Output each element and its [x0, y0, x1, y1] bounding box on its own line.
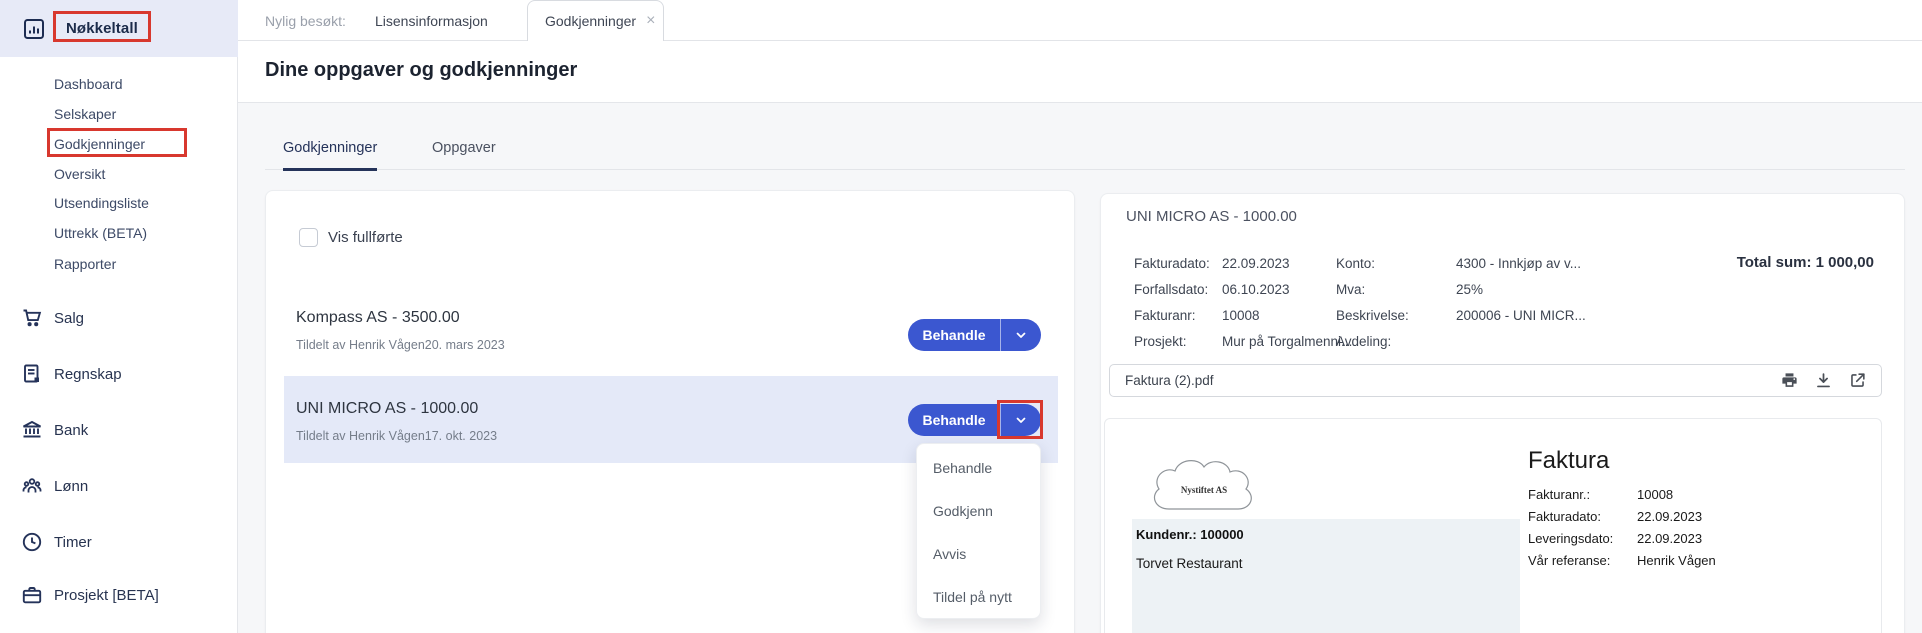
main-tabs: Godkjenninger Oppgaver: [265, 123, 1905, 170]
field-label: Fakturadato:: [1134, 256, 1210, 271]
attachment-filename: Faktura (2).pdf: [1125, 373, 1780, 388]
print-icon[interactable]: [1780, 371, 1799, 390]
field-label: Prosjekt:: [1134, 334, 1187, 349]
field-value: 10008: [1222, 308, 1260, 323]
sidebar-item-label: Prosjekt [BETA]: [54, 587, 159, 604]
recently-visited-label: Nylig besøkt:: [265, 13, 346, 29]
sidebar-item-regnskap[interactable]: Regnskap: [0, 360, 238, 388]
field-label: Forfallsdato:: [1134, 282, 1208, 297]
attachment-bar: Faktura (2).pdf: [1109, 364, 1882, 397]
approval-item-assigned: Tildelt av Henrik Vågen17. okt. 2023: [296, 429, 497, 443]
field-label: Avdeling:: [1336, 334, 1391, 349]
sidebar-item-dashboard[interactable]: Dashboard: [54, 76, 123, 92]
sidebar-item-label: Salg: [54, 310, 84, 327]
field-value: Mur på Torgalmenni...: [1222, 334, 1352, 349]
sidebar-item-utsendingsliste[interactable]: Utsendingsliste: [54, 195, 149, 211]
detail-panel: UNI MICRO AS - 1000.00 Fakturadato: 22.0…: [1100, 193, 1905, 633]
action-dropdown-menu: Behandle Godkjenn Avvis Tildel på nytt: [916, 443, 1041, 619]
ledger-icon: [20, 362, 44, 386]
field-value: 22.09.2023: [1222, 256, 1290, 271]
tab-oppgaver[interactable]: Oppgaver: [432, 122, 496, 169]
sidebar-item-timer[interactable]: Timer: [0, 528, 238, 556]
tab-godkjenninger-main[interactable]: Godkjenninger: [283, 124, 377, 171]
invoice-field-value: 22.09.2023: [1637, 509, 1702, 524]
invoice-field-value: 22.09.2023: [1637, 531, 1702, 546]
sidebar-item-uttrekk[interactable]: Uttrekk (BETA): [54, 225, 147, 241]
approval-item-assigned: Tildelt av Henrik Vågen20. mars 2023: [296, 338, 505, 352]
app-title: Nøkkeltall: [66, 20, 138, 37]
sidebar-item-prosjekt[interactable]: Prosjekt [BETA]: [0, 581, 238, 609]
behandle-button[interactable]: Behandle: [908, 327, 1000, 343]
content-area: Godkjenninger Oppgaver Vis fullførte Kom…: [238, 103, 1922, 633]
sidebar-item-bank[interactable]: Bank: [0, 416, 238, 444]
sidebar-item-label: Timer: [54, 534, 92, 551]
open-in-new-icon[interactable]: [1848, 371, 1867, 390]
sidebar-header[interactable]: Nøkkeltall: [0, 0, 238, 57]
topbar: Nylig besøkt: Lisensinformasjon Godkjenn…: [238, 0, 1922, 41]
invoice-field-label: Leveringsdato:: [1528, 531, 1613, 546]
field-label: Fakturanr:: [1134, 308, 1196, 323]
clock-icon: [20, 530, 44, 554]
invoice-title: Faktura: [1528, 447, 1609, 475]
sidebar: Nøkkeltall Dashboard Selskaper Godkjenni…: [0, 0, 238, 633]
page-header: Dine oppgaver og godkjenninger: [238, 41, 1922, 103]
chevron-down-icon[interactable]: [1001, 413, 1041, 427]
invoice-field-label: Vår referanse:: [1528, 553, 1610, 568]
field-value: 06.10.2023: [1222, 282, 1290, 297]
show-completed-label: Vis fullførte: [328, 229, 403, 246]
field-value: 200006 - UNI MICR...: [1456, 308, 1586, 323]
chevron-down-icon[interactable]: [1001, 328, 1041, 342]
menu-item-avvis[interactable]: Avvis: [917, 532, 1040, 575]
tab-label: Godkjenninger: [545, 13, 636, 29]
behandle-button[interactable]: Behandle: [908, 412, 1000, 428]
download-icon[interactable]: [1814, 371, 1833, 390]
bar-chart-icon: [22, 17, 46, 41]
field-value: 4300 - Innkjøp av v...: [1456, 256, 1581, 271]
invoice-field-value: Henrik Vågen: [1637, 553, 1716, 568]
tab-lisensinformasjon[interactable]: Lisensinformasjon: [375, 13, 488, 29]
close-icon[interactable]: ×: [646, 13, 655, 29]
behandle-split-button[interactable]: Behandle: [908, 404, 1041, 436]
page-title: Dine oppgaver og godkjenninger: [265, 59, 577, 82]
sidebar-item-oversikt[interactable]: Oversikt: [54, 166, 105, 182]
menu-item-godkjenn[interactable]: Godkjenn: [917, 489, 1040, 532]
invoice-field-label: Fakturadato:: [1528, 509, 1601, 524]
logo-text: Nystiftet AS: [1181, 485, 1227, 495]
menu-item-tildel-pa-nytt[interactable]: Tildel på nytt: [917, 575, 1040, 618]
sidebar-item-lonn[interactable]: Lønn: [0, 472, 238, 500]
field-label: Konto:: [1336, 256, 1375, 271]
customer-number: Kundenr.: 100000: [1136, 527, 1244, 542]
invoice-field-value: 10008: [1637, 487, 1673, 502]
briefcase-icon: [20, 583, 44, 607]
field-label: Mva:: [1336, 282, 1365, 297]
field-value: 25%: [1456, 282, 1483, 297]
field-label: Beskrivelse:: [1336, 308, 1409, 323]
approval-item-title[interactable]: Kompass AS - 3500.00: [296, 309, 460, 327]
sidebar-item-label: Regnskap: [54, 366, 122, 383]
cart-icon: [20, 306, 44, 330]
sidebar-item-selskaper[interactable]: Selskaper: [54, 106, 116, 122]
approval-item-title[interactable]: UNI MICRO AS - 1000.00: [296, 400, 478, 418]
sidebar-item-label: Bank: [54, 422, 88, 439]
behandle-split-button[interactable]: Behandle: [908, 319, 1041, 351]
show-completed-checkbox[interactable]: [299, 228, 318, 247]
customer-name: Torvet Restaurant: [1136, 556, 1243, 571]
cloud-logo: Nystiftet AS: [1145, 453, 1263, 525]
approvals-panel: Vis fullførte Kompass AS - 3500.00 Tilde…: [265, 190, 1075, 633]
sidebar-item-label: Lønn: [54, 478, 88, 495]
app-window: Nøkkeltall Dashboard Selskaper Godkjenni…: [0, 0, 1922, 633]
sidebar-item-salg[interactable]: Salg: [0, 304, 238, 332]
people-icon: [20, 474, 44, 498]
detail-title: UNI MICRO AS - 1000.00: [1126, 208, 1297, 225]
invoice-preview: Nystiftet AS Kundenr.: 100000 Torvet Res…: [1104, 418, 1882, 633]
invoice-field-label: Fakturanr.:: [1528, 487, 1590, 502]
sidebar-item-rapporter[interactable]: Rapporter: [54, 256, 116, 272]
sidebar-item-godkjenninger[interactable]: Godkjenninger: [54, 136, 145, 152]
bank-icon: [20, 418, 44, 442]
menu-item-behandle[interactable]: Behandle: [917, 446, 1040, 489]
total-sum: Total sum: 1 000,00: [1737, 254, 1874, 271]
tab-godkjenninger[interactable]: Godkjenninger ×: [527, 0, 664, 41]
